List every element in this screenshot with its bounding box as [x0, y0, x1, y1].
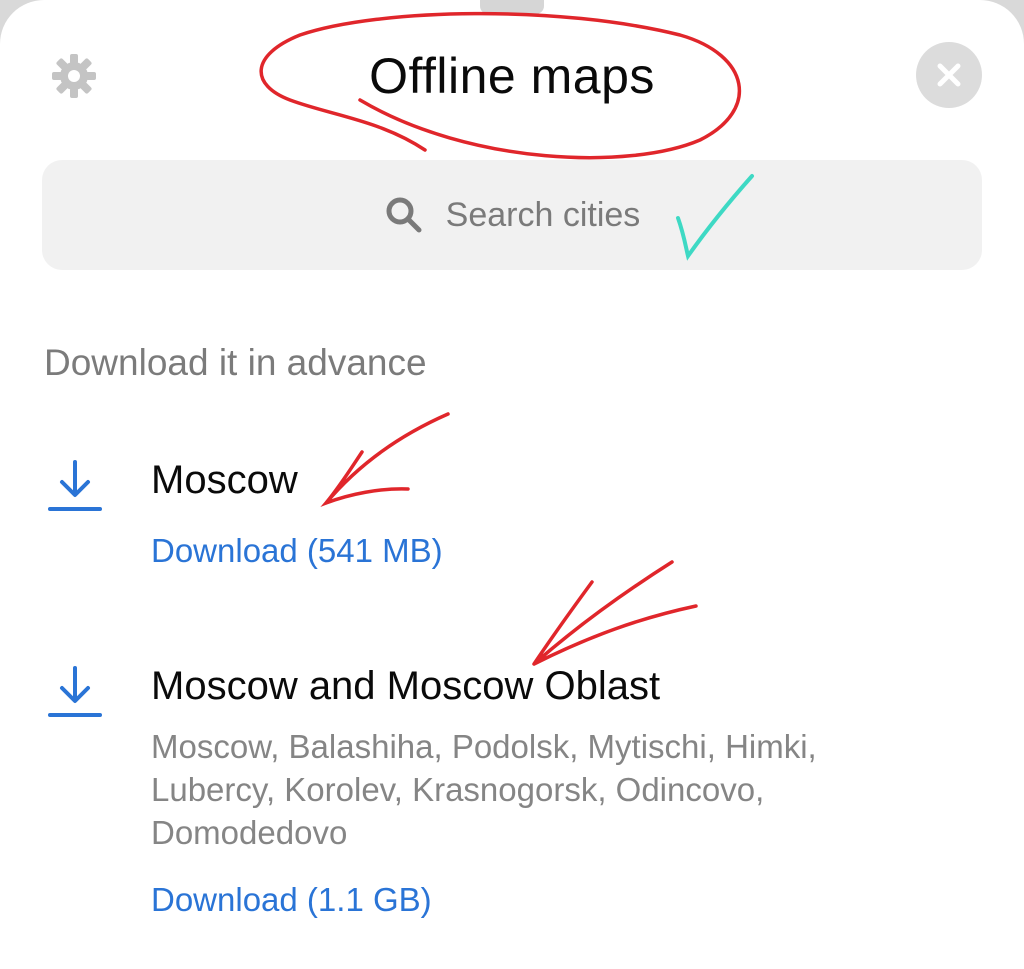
- download-link[interactable]: Download (1.1 GB): [151, 880, 432, 920]
- region-description: Moscow, Balashiha, Podolsk, Mytischi, Hi…: [151, 728, 817, 851]
- close-icon: [937, 63, 961, 87]
- offline-maps-sheet: Offline maps Search cities Download it i…: [0, 0, 1024, 969]
- gear-icon: [52, 54, 96, 98]
- region-name: Moscow: [151, 458, 298, 502]
- download-link[interactable]: Download (541 MB): [151, 531, 443, 571]
- region-name: Moscow and Moscow Oblast: [151, 664, 661, 708]
- settings-button[interactable]: [48, 50, 100, 102]
- section-title: Download it in advance: [44, 342, 427, 383]
- sheet-grabber[interactable]: [480, 0, 544, 14]
- search-icon: [386, 197, 422, 233]
- search-input[interactable]: Search cities: [42, 160, 982, 270]
- close-button[interactable]: [916, 42, 982, 108]
- download-icon[interactable]: [46, 664, 104, 720]
- offline-maps-screen: Offline maps Search cities Download it i…: [0, 0, 1024, 969]
- search-placeholder: Search cities: [445, 196, 641, 234]
- download-icon[interactable]: [46, 458, 104, 514]
- page-title: Offline maps: [369, 48, 655, 104]
